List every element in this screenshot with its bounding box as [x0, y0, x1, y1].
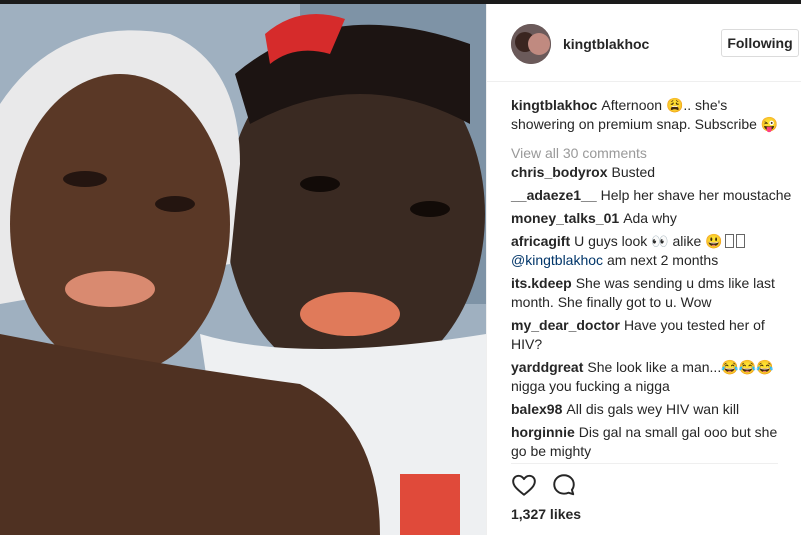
avatar[interactable]	[511, 24, 551, 64]
post-photo-image	[0, 4, 486, 535]
post-photo[interactable]	[0, 4, 486, 535]
comment-text: Ada why	[623, 210, 677, 226]
likes-count[interactable]: 1,327 likes	[511, 506, 581, 522]
post-header: kingtblakhoc Following	[487, 4, 801, 82]
comment-username[interactable]: __adaeze1__	[511, 187, 597, 203]
missing-glyph-icon	[724, 234, 734, 248]
post-side-panel: kingtblakhoc Following kingtblakhoc After…	[486, 4, 801, 535]
view-all-comments-link[interactable]: View all 30 comments	[511, 144, 793, 163]
comment-text: U guys look 👀 alike 😃	[574, 233, 723, 249]
missing-glyph-icon	[735, 234, 745, 248]
comments-section: kingtblakhoc Afternoon 😩.. she's showerin…	[511, 96, 793, 465]
comment-icon[interactable]	[551, 472, 579, 500]
caption-username[interactable]: kingtblakhoc	[511, 97, 597, 113]
comment-username[interactable]: africagift	[511, 233, 570, 249]
comment: horginnie Dis gal na small gal ooo but sh…	[511, 423, 793, 461]
comment-username[interactable]: chris_bodyrox	[511, 164, 607, 180]
comment-username[interactable]: my_dear_doctor	[511, 317, 620, 333]
avatar-image	[511, 24, 551, 64]
comment: its.kdeep She was sending u dms like last…	[511, 274, 793, 312]
comment: my_dear_doctor Have you tested her of HIV…	[511, 316, 793, 354]
following-button[interactable]: Following	[721, 29, 799, 57]
heart-icon-glyph	[512, 474, 536, 496]
comment-text: Help her shave her moustache	[600, 187, 792, 203]
comment: balex98 All dis gals wey HIV wan kill	[511, 400, 793, 419]
comment-text-continued: am next 2 months	[606, 252, 719, 268]
comment: yarddgreat She look like a man...😂😂😂 nigg…	[511, 358, 793, 396]
comment: __adaeze1__ Help her shave her moustache	[511, 186, 793, 205]
comment: money_talks_01 Ada why	[511, 209, 793, 228]
caption: kingtblakhoc Afternoon 😩.. she's showerin…	[511, 96, 793, 134]
comment-icon-glyph	[553, 474, 575, 496]
actions-divider	[511, 463, 778, 464]
comment-text: All dis gals wey HIV wan kill	[566, 401, 740, 417]
comment-text: Busted	[611, 164, 656, 180]
mention-link[interactable]: @kingtblakhoc	[511, 252, 603, 268]
post-username[interactable]: kingtblakhoc	[563, 36, 649, 52]
comment: chris_bodyrox Busted	[511, 163, 793, 182]
comment-username[interactable]: its.kdeep	[511, 275, 572, 291]
comment-username[interactable]: money_talks_01	[511, 210, 619, 226]
heart-icon[interactable]	[511, 472, 539, 500]
comment: africagift U guys look 👀 alike 😃 @kingtbl…	[511, 232, 793, 270]
comment-username[interactable]: horginnie	[511, 424, 575, 440]
comment-username[interactable]: yarddgreat	[511, 359, 583, 375]
comment-username[interactable]: balex98	[511, 401, 562, 417]
